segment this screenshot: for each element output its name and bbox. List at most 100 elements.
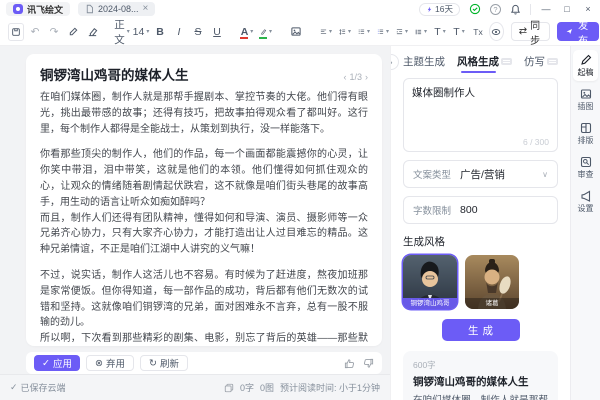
collapse-panel-button[interactable]: ›: [390, 54, 399, 70]
copy-type-select[interactable]: 文案类型 广告/营销 ∨: [403, 160, 558, 188]
divider: [530, 4, 531, 15]
document-title[interactable]: 铜锣湾山鸡哥的媒体人生: [40, 64, 189, 84]
publish-button[interactable]: 发布: [557, 22, 599, 41]
sync-status-icon[interactable]: [469, 3, 481, 15]
italic-button[interactable]: I: [171, 23, 187, 41]
prompt-text: 媒体圈制作人: [412, 87, 475, 99]
maximize-button[interactable]: □: [561, 4, 573, 14]
bolt-icon: [426, 5, 433, 14]
vip-badge-icon: [501, 58, 512, 65]
letter-spacing-icon[interactable]: T: [432, 23, 448, 41]
ordered-list-icon[interactable]: [375, 23, 391, 41]
strikethrough-button[interactable]: S: [190, 23, 206, 41]
bullet-list-icon[interactable]: [356, 23, 372, 41]
tab-style-generation[interactable]: 风格生成: [457, 54, 512, 69]
generation-action-bar: ✓应用 ⊗弃用 ↻刷新: [26, 352, 382, 374]
save-icon[interactable]: [8, 23, 24, 41]
sidebar-item-layout[interactable]: 排版: [573, 118, 598, 149]
indent-icon[interactable]: [394, 23, 410, 41]
quote-icon[interactable]: [413, 23, 429, 41]
magnifier-icon: [580, 156, 592, 168]
font-color-swatch: [240, 37, 248, 39]
layout-icon: [580, 122, 592, 134]
document-icon: [85, 4, 94, 14]
read-time: 预计阅读时间: 小于1分钟: [280, 381, 380, 394]
prev-version-icon[interactable]: ‹: [343, 72, 346, 82]
thumbs-up-icon[interactable]: [344, 358, 355, 369]
copy-icon[interactable]: [224, 383, 234, 393]
eraser-icon[interactable]: [84, 23, 100, 41]
sidebar-item-review[interactable]: 审查: [573, 152, 598, 183]
paragraph[interactable]: 所以啊，下次看到那些精彩的剧集、电影，别忘了背后的英雄——那些默默付出的制作人们…: [40, 331, 368, 346]
insert-image-icon[interactable]: [288, 23, 304, 41]
app-name: 讯飞绘文: [27, 3, 63, 16]
style-cards: 铜锣湾山鸡哥 诸葛: [403, 255, 558, 309]
char-counter: 6 / 300: [523, 137, 549, 147]
style-card-zhuge[interactable]: 诸葛: [465, 255, 519, 309]
thumbs-down-icon[interactable]: [363, 358, 374, 369]
prompt-input[interactable]: 媒体圈制作人 6 / 300: [403, 78, 558, 152]
sidebar-item-settings[interactable]: 设置: [573, 186, 598, 217]
result-preview: 在咱们媒体圈，制作人就是那帮手握剧本、掌控节奏的大佬。他们得有眼光，挑出最带感的: [413, 393, 548, 400]
apply-button[interactable]: ✓应用: [34, 355, 80, 371]
paragraph-style-select[interactable]: 正文: [114, 23, 130, 41]
text-transform-icon[interactable]: T: [451, 23, 467, 41]
chevron-down-icon: ∨: [542, 170, 548, 179]
align-icon[interactable]: [318, 23, 334, 41]
style-card-shanjige[interactable]: 铜锣湾山鸡哥: [403, 255, 457, 309]
titlebar: 讯飞绘文 2024-08... × 16天 ? — □ ×: [0, 0, 600, 18]
document-card: 铜锣湾山鸡哥的媒体人生 ‹ 1/3 › 在咱们媒体圈，制作人就是那帮手握剧本、掌…: [26, 54, 382, 346]
paragraph[interactable]: 而且，制作人们还得有团队精神，懂得如何和导演、演员、摄影师等一众兄弟齐心协力，只…: [40, 211, 368, 258]
document-tab[interactable]: 2024-08... ×: [78, 2, 155, 16]
line-height-icon[interactable]: [337, 23, 353, 41]
image-count: 0图: [260, 381, 274, 394]
next-version-icon[interactable]: ›: [365, 72, 368, 82]
format-painter-icon[interactable]: [65, 23, 81, 41]
format-toolbar: ↶ ↷ 正文 14 B I S U A T T Tx ⇄同步 发布: [0, 18, 600, 46]
vip-badge-icon: [547, 58, 558, 65]
sidebar-item-illustration[interactable]: 插图: [573, 84, 598, 115]
underline-button[interactable]: U: [209, 23, 225, 41]
apply-check-icon: ✓: [42, 358, 50, 369]
style-card-name: 诸葛: [465, 298, 519, 309]
document-tab-title: 2024-08...: [98, 4, 139, 14]
undo-icon[interactable]: ↶: [27, 23, 43, 41]
bold-button[interactable]: B: [152, 23, 168, 41]
highlight-color-swatch: [259, 37, 267, 39]
clear-format-icon[interactable]: Tx: [470, 23, 486, 41]
paragraph[interactable]: 在咱们媒体圈，制作人就是那帮手握剧本、掌控节奏的大佬。他们得有眼光，挑出最带感的…: [40, 90, 368, 137]
trial-badge[interactable]: 16天: [419, 3, 460, 16]
font-size-select[interactable]: 14: [133, 23, 149, 41]
word-limit-input[interactable]: 字数限制 800: [403, 196, 558, 224]
version-pager: ‹ 1/3 ›: [343, 72, 368, 82]
generate-button[interactable]: 生成: [442, 319, 520, 341]
help-icon[interactable]: ?: [490, 4, 501, 15]
paragraph[interactable]: 你看那些顶尖的制作人，他们的作品，每一个画面都能震撼你的心灵，让你笑中带泪，泪中…: [40, 147, 368, 210]
send-icon: [566, 27, 573, 36]
app-logo: 讯飞绘文: [6, 2, 70, 16]
font-color-button[interactable]: A: [239, 23, 255, 41]
tab-topic-generation[interactable]: 主题生成: [403, 54, 445, 69]
image-icon: [580, 88, 592, 100]
status-bar: ✓已保存云端 0字 0图 预计阅读时间: 小于1分钟: [0, 374, 390, 400]
tab-close-icon[interactable]: ×: [143, 4, 149, 14]
minimize-button[interactable]: —: [540, 4, 552, 14]
pen-icon: [580, 54, 592, 66]
bell-icon[interactable]: [510, 4, 521, 15]
discard-icon: ⊗: [95, 358, 103, 369]
sync-button[interactable]: ⇄同步: [511, 22, 551, 41]
tab-imitation[interactable]: 仿写: [524, 54, 558, 69]
paragraph[interactable]: 不过，说实话，制作人这活儿也不容易。有时候为了赶进度，熬夜加班那是家常便饭。但你…: [40, 268, 368, 331]
eye-icon: [490, 27, 502, 37]
highlight-color-button[interactable]: [258, 23, 274, 41]
saved-check-icon: ✓: [10, 382, 18, 393]
preview-button[interactable]: [489, 22, 504, 41]
redo-icon[interactable]: ↷: [46, 23, 62, 41]
app-logo-icon: [13, 4, 23, 14]
discard-button[interactable]: ⊗弃用: [86, 355, 134, 371]
close-button[interactable]: ×: [582, 4, 594, 14]
generation-panel: › 主题生成 风格生成 仿写 媒体圈制作人 6 / 300 文案类型 广告/营销…: [390, 46, 570, 400]
refresh-button[interactable]: ↻刷新: [140, 355, 188, 371]
generation-result-card[interactable]: 600字 铜锣湾山鸡哥的媒体人生 在咱们媒体圈，制作人就是那帮手握剧本、掌控节奏…: [403, 351, 558, 400]
sidebar-item-draft[interactable]: 起稿: [573, 50, 598, 81]
